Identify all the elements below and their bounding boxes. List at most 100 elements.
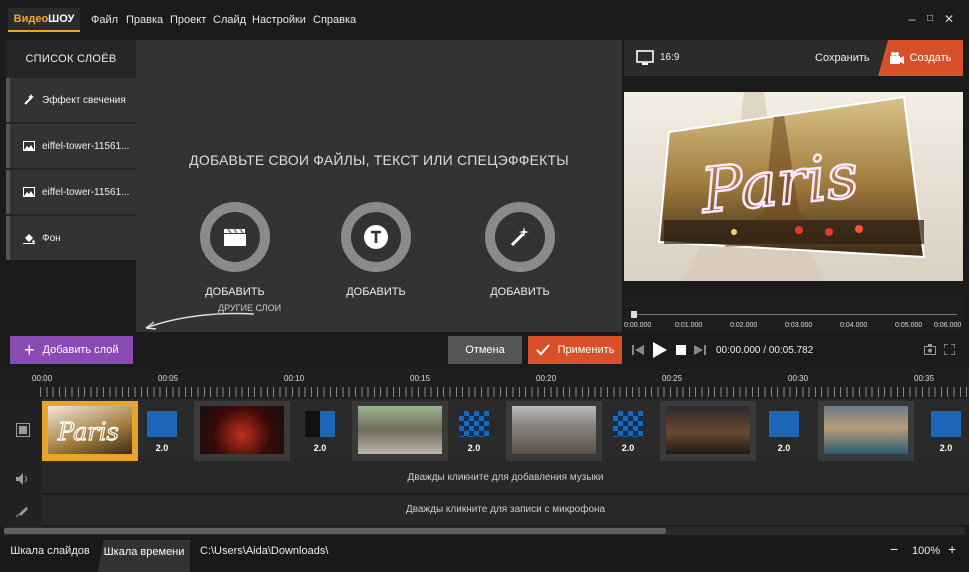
menu-file[interactable]: Файл [91, 14, 118, 26]
add-layer-label: Добавить слой [42, 344, 119, 356]
apply-button[interactable]: Применить [528, 336, 622, 364]
transition-duration: 2.0 [155, 443, 169, 453]
minimize-button[interactable]: – [906, 12, 918, 26]
add-effect-button[interactable] [485, 202, 555, 272]
slide-thumbnail[interactable] [194, 401, 290, 461]
title-bar: Видео ШОУ Файл Правка Проект Слайд Настро… [0, 0, 969, 40]
drop-hint: ДОБАВЬТЕ СВОИ ФАЙЛЫ, ТЕКСТ ИЛИ СПЕЦЭФФЕК… [189, 152, 569, 168]
add-text-button[interactable] [341, 202, 411, 272]
project-path: C:\Users\Aida\Downloads\ [200, 545, 329, 557]
timeline-ruler[interactable]: 00:00 00:05 00:10 00:15 00:20 00:25 00:3… [0, 369, 969, 399]
zoom-out-button[interactable]: − [890, 541, 898, 557]
create-button[interactable]: Создать [878, 40, 963, 76]
transition-icon [613, 411, 643, 437]
film-icon [16, 423, 30, 437]
layer-canvas[interactable]: ДОБАВЬТЕ СВОИ ФАЙЛЫ, ТЕКСТ ИЛИ СПЕЦЭФФЕК… [136, 40, 622, 332]
transition-icon [147, 411, 177, 437]
slide-thumbnail[interactable] [506, 401, 602, 461]
slide-thumbnail[interactable] [818, 401, 914, 461]
check-icon [535, 344, 550, 356]
scrub-label: 0:03.000 [785, 322, 813, 329]
ruler-label: 00:25 [662, 374, 683, 383]
snapshot-icon[interactable] [924, 344, 936, 355]
ruler-label: 00:05 [158, 374, 179, 383]
layer-item-glow[interactable]: Эффект свечения [6, 78, 136, 122]
preview-scrubber[interactable]: 0:00.000 0:01.000 0:02.000 0:03.000 0:04… [624, 296, 963, 332]
add-media-label: ДОБАВИТЬ [205, 286, 265, 298]
add-effect-label: ДОБАВИТЬ [490, 286, 550, 298]
slide-thumbnail[interactable]: Paris [42, 401, 138, 461]
cancel-button[interactable]: Отмена [448, 336, 522, 364]
paint-bucket-icon [22, 232, 36, 244]
maximize-button[interactable]: □ [924, 12, 936, 26]
playback-controls: 00:00.000 / 00:05.782 [624, 336, 963, 364]
magic-wand-icon [495, 212, 545, 262]
save-button[interactable]: Сохранить [815, 52, 870, 64]
fullscreen-icon[interactable] [944, 344, 955, 355]
microphone-icon [16, 507, 28, 517]
slide-thumbnail[interactable] [660, 401, 756, 461]
add-text-label: ДОБАВИТЬ [346, 286, 406, 298]
tab-time-scale[interactable]: Шкала времени [98, 540, 190, 572]
zoom-in-button[interactable]: + [948, 541, 956, 557]
layer-item-image-2[interactable]: eiffel-tower-11561... [6, 170, 136, 214]
transition-icon [305, 411, 335, 437]
track-divider [42, 493, 969, 494]
ruler-ticks [40, 387, 969, 397]
menu-slide[interactable]: Слайд [213, 14, 246, 26]
play-icon[interactable] [653, 342, 667, 358]
transition-item[interactable]: 2.0 [142, 405, 182, 459]
ruler-label: 00:10 [284, 374, 305, 383]
camera-icon [889, 52, 904, 64]
image-icon [22, 141, 36, 151]
layers-title: СПИСОК СЛОЁВ [25, 53, 117, 65]
create-label: Создать [909, 52, 952, 64]
tab-slide-scale[interactable]: Шкала слайдов [0, 538, 100, 572]
app-logo: Видео ШОУ [8, 8, 80, 32]
slides-track[interactable]: Paris 2.0 2.0 2.0 2.0 2.0 2.0 [42, 399, 969, 463]
transition-duration: 2.0 [621, 443, 635, 453]
zoom-level: 100% [912, 545, 941, 557]
preview-header: 16:9 Сохранить Создать [624, 40, 963, 76]
ruler-label: 00:15 [410, 374, 431, 383]
layer-label: Эффект свечения [42, 94, 126, 106]
transition-item[interactable]: 2.0 [926, 405, 966, 459]
logo-text-part1: Видео [13, 13, 49, 25]
ruler-label: 00:20 [536, 374, 557, 383]
add-media-button[interactable] [200, 202, 270, 272]
transition-item[interactable]: 2.0 [764, 405, 804, 459]
transition-item[interactable]: 2.0 [608, 405, 648, 459]
timeline-scrollbar-thumb[interactable] [4, 528, 666, 534]
track-icons-column [0, 399, 42, 527]
stop-icon[interactable] [676, 345, 686, 355]
scrub-handle[interactable] [631, 311, 637, 318]
skip-forward-icon[interactable] [694, 345, 706, 355]
apply-label: Применить [557, 344, 615, 356]
transition-duration: 2.0 [313, 443, 327, 453]
slide-thumbnail[interactable] [352, 401, 448, 461]
layer-item-background[interactable]: Фон [6, 216, 136, 260]
close-button[interactable]: ✕ [943, 12, 955, 26]
transition-icon [931, 411, 961, 437]
transition-duration: 2.0 [939, 443, 953, 453]
layer-item-image-1[interactable]: eiffel-tower-11561... [6, 124, 136, 168]
menu-project[interactable]: Проект [170, 14, 206, 26]
magic-wand-icon [22, 94, 36, 106]
microphone-track[interactable]: Дважды кликните для записи с микрофона [42, 495, 969, 525]
skip-back-icon[interactable] [632, 345, 644, 355]
add-layer-button[interactable]: + Добавить слой [10, 336, 133, 364]
menu-settings[interactable]: Настройки [252, 14, 306, 26]
scrub-label: 0:01.000 [675, 322, 703, 329]
aspect-ratio-label[interactable]: 16:9 [660, 52, 679, 63]
transition-icon [769, 411, 799, 437]
menu-edit[interactable]: Правка [126, 14, 163, 26]
scrub-label: 0:00.000 [624, 322, 652, 329]
plus-icon: + [24, 340, 35, 360]
status-bar: Шкала слайдов Шкала времени C:\Users\Aid… [0, 538, 969, 572]
transition-item[interactable]: 2.0 [300, 405, 340, 459]
music-track[interactable]: Дважды кликните для добавления музыки [42, 463, 969, 493]
transition-item[interactable]: 2.0 [454, 405, 494, 459]
preview-image[interactable]: Paris [624, 92, 963, 281]
playback-time: 00:00.000 / 00:05.782 [716, 345, 814, 356]
menu-help[interactable]: Справка [313, 14, 356, 26]
